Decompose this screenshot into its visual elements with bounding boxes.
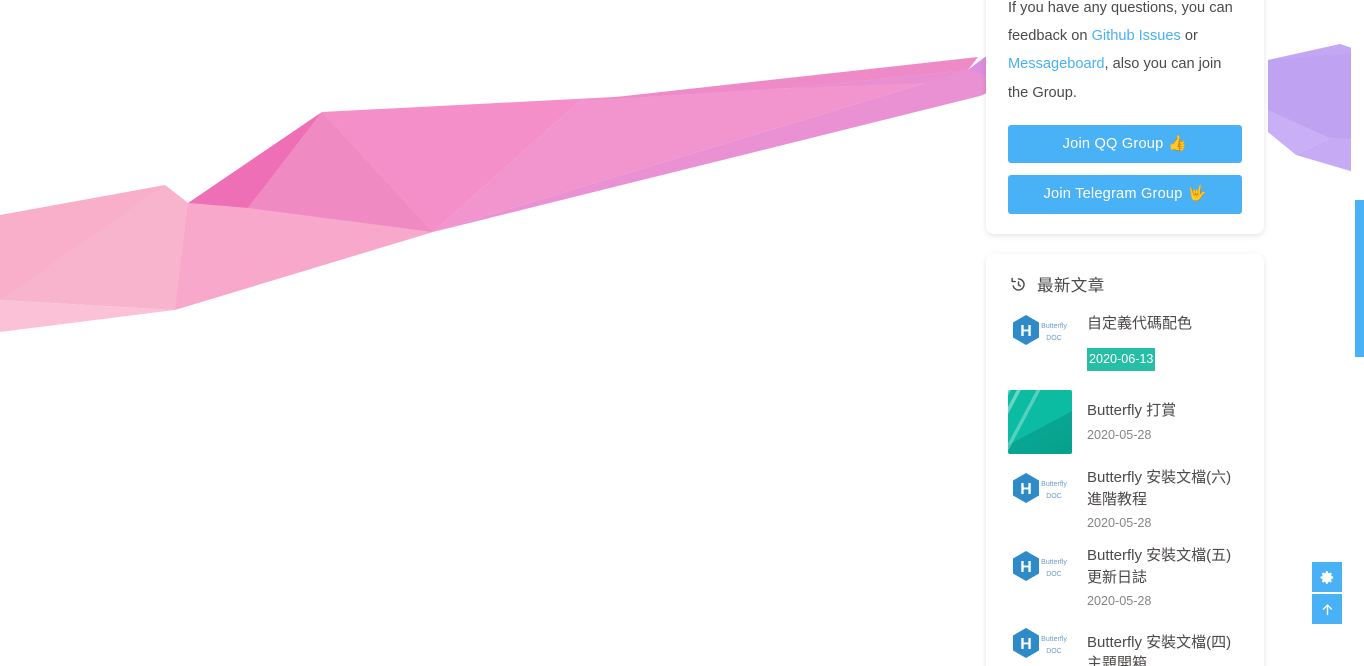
svg-text:H: H — [1020, 481, 1032, 498]
post-title[interactable]: Butterfly 安裝文檔(四) 主題開箱 — [1087, 632, 1242, 666]
announcement-body: If you have any questions, you can feedb… — [1008, 0, 1242, 107]
svg-text:Butterfly: Butterfly — [1041, 559, 1067, 566]
settings-button[interactable] — [1312, 562, 1342, 592]
svg-text:H: H — [1020, 636, 1032, 653]
list-item[interactable]: H Butterfly DOC Butterfly 安裝文檔(四) 主題開箱 — [1008, 623, 1242, 666]
svg-text:DOC: DOC — [1046, 335, 1062, 342]
svg-text:DOC: DOC — [1046, 493, 1062, 500]
post-info: Butterfly 打賞 2020-05-28 — [1087, 400, 1242, 444]
post-title[interactable]: Butterfly 安裝文檔(五) 更新日誌 — [1087, 545, 1242, 588]
post-info: Butterfly 安裝文檔(六) 進階教程 2020-05-28 — [1087, 467, 1242, 532]
arrow-up-icon — [1320, 602, 1335, 617]
post-date: 2020-05-28 — [1087, 516, 1152, 530]
recent-posts-card: 最新文章 H Butterfly DOC 自定義代碼配色 2020-06-13 — [986, 254, 1264, 666]
announcement-card: 公告 If you have any questions, you can fe… — [986, 0, 1264, 234]
teal-gradient-thumbnail — [1008, 390, 1072, 454]
sidebar: 公告 If you have any questions, you can fe… — [986, 0, 1264, 666]
svg-text:H: H — [1020, 559, 1032, 576]
announcement-text-part2: or — [1180, 28, 1198, 45]
post-date: 2020-06-13 — [1087, 348, 1156, 372]
post-thumbnail: H Butterfly DOC — [1008, 545, 1072, 610]
post-thumbnail — [1008, 390, 1072, 454]
post-title[interactable]: Butterfly 安裝文檔(六) 進階教程 — [1087, 467, 1242, 510]
svg-text:Butterfly: Butterfly — [1041, 481, 1067, 488]
svg-text:Butterfly: Butterfly — [1041, 636, 1067, 643]
join-qq-group-label: Join QQ Group — [1062, 135, 1164, 152]
recent-posts-card-title: 最新文章 — [1008, 272, 1242, 296]
join-telegram-group-label: Join Telegram Group — [1043, 186, 1183, 203]
post-thumbnail: H Butterfly DOC — [1008, 623, 1072, 666]
post-info: Butterfly 安裝文檔(五) 更新日誌 2020-05-28 — [1087, 545, 1242, 610]
recent-posts-title-text: 最新文章 — [1037, 277, 1105, 295]
svg-text:Butterfly: Butterfly — [1041, 323, 1067, 330]
list-item[interactable]: H Butterfly DOC 自定義代碼配色 2020-06-13 — [1008, 310, 1242, 374]
messageboard-link[interactable]: Messageboard — [1008, 56, 1105, 72]
post-thumbnail: H Butterfly DOC — [1008, 467, 1072, 532]
svg-text:DOC: DOC — [1046, 571, 1062, 578]
back-to-top-button[interactable] — [1312, 594, 1342, 624]
post-info: Butterfly 安裝文檔(四) 主題開箱 — [1087, 632, 1242, 666]
list-item[interactable]: Butterfly 打賞 2020-05-28 — [1008, 390, 1242, 454]
page-scrollbar[interactable] — [1351, 0, 1364, 666]
scrollbar-thumb[interactable] — [1355, 200, 1364, 357]
love-you-gesture-icon: 🤟 — [1187, 185, 1207, 203]
post-date: 2020-05-28 — [1087, 427, 1152, 442]
gear-icon — [1320, 570, 1335, 585]
svg-text:DOC: DOC — [1046, 648, 1062, 655]
post-title[interactable]: 自定義代碼配色 — [1087, 313, 1242, 335]
post-date: 2020-05-28 — [1087, 594, 1152, 608]
page-root: 公告 If you have any questions, you can fe… — [0, 0, 1364, 666]
rightside-floating-buttons — [1312, 562, 1342, 626]
post-thumbnail: H Butterfly DOC — [1008, 310, 1072, 374]
thumbs-up-icon: 👍 — [1168, 134, 1188, 152]
github-issues-link[interactable]: Github Issues — [1092, 28, 1181, 44]
post-title[interactable]: Butterfly 打賞 — [1087, 400, 1242, 422]
list-item[interactable]: H Butterfly DOC Butterfly 安裝文檔(五) 更新日誌 2… — [1008, 545, 1242, 610]
join-qq-group-button[interactable]: Join QQ Group 👍 — [1008, 124, 1242, 164]
join-telegram-group-button[interactable]: Join Telegram Group 🤟 — [1008, 175, 1242, 214]
list-item[interactable]: H Butterfly DOC Butterfly 安裝文檔(六) 進階教程 2… — [1008, 467, 1242, 532]
history-icon — [1008, 274, 1028, 294]
post-info: 自定義代碼配色 2020-06-13 — [1087, 313, 1242, 372]
svg-text:H: H — [1020, 323, 1032, 340]
